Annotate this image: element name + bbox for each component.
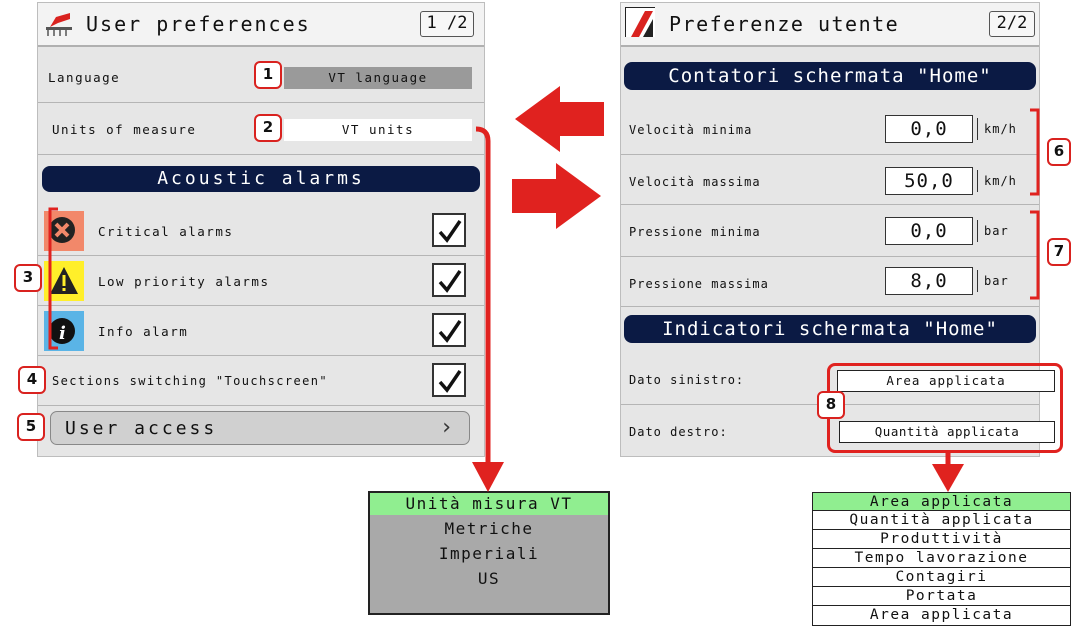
- arrow-right-icon: [512, 163, 601, 229]
- connector-line: [475, 126, 491, 465]
- callout-8: 8: [817, 391, 845, 419]
- callout-6: 6: [1047, 138, 1071, 166]
- callout-4: 4: [18, 366, 46, 394]
- indicators-highlight-box: [827, 363, 1063, 453]
- arrow-left-icon: [515, 86, 604, 152]
- callout-2: 2: [254, 114, 282, 142]
- callout-7: 7: [1047, 238, 1071, 266]
- callout-1: 1: [254, 61, 282, 89]
- bracket: [1030, 108, 1040, 196]
- bracket: [1030, 210, 1040, 300]
- arrow-down-icon: [932, 464, 964, 492]
- callout-5: 5: [17, 413, 45, 441]
- callout-3: 3: [14, 264, 42, 292]
- annotation-overlay: [48, 86, 1040, 492]
- arrow-down-icon: [472, 462, 504, 492]
- bracket: [48, 207, 58, 350]
